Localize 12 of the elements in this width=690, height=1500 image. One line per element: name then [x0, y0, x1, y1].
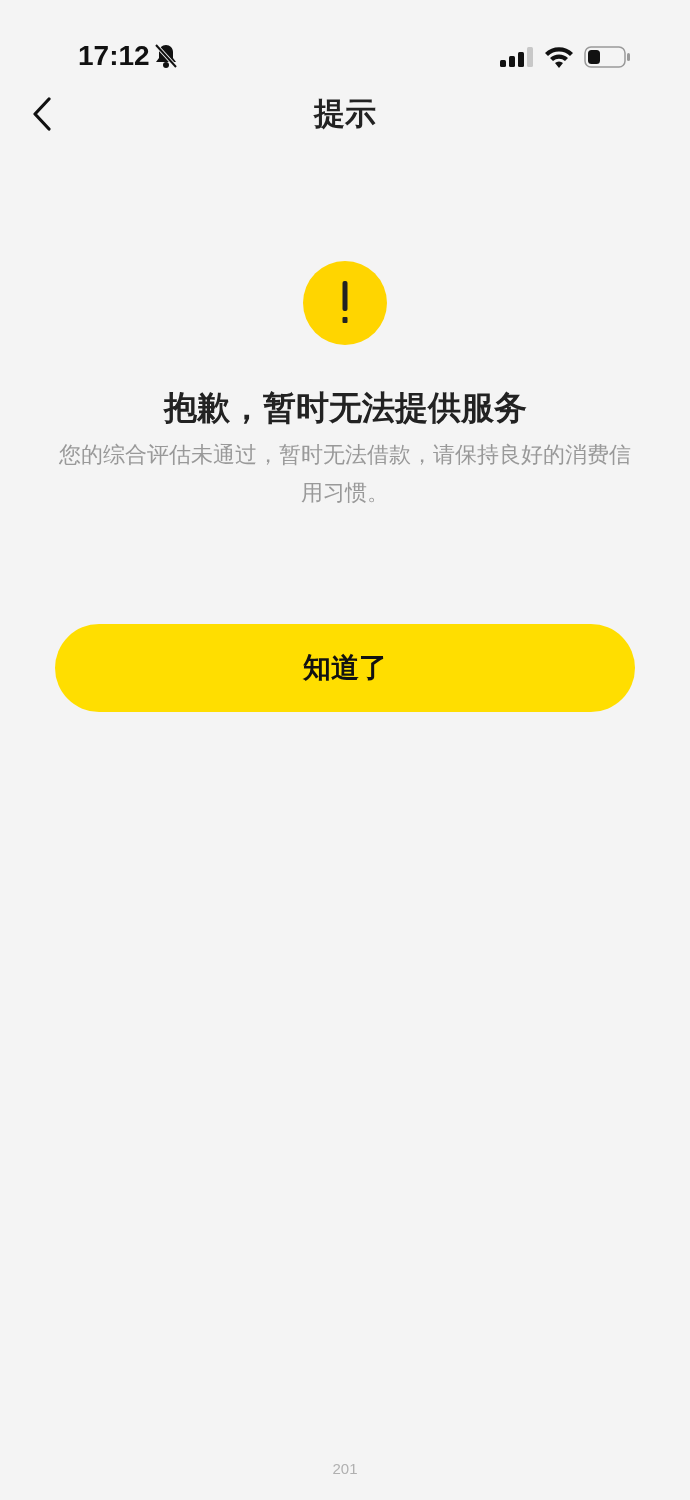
page-title: 提示: [314, 94, 376, 133]
status-time: 17:12: [78, 42, 150, 70]
warning-icon: [303, 261, 387, 345]
notice-message: 您的综合评估未通过，暂时无法借款，请保持良好的消费信用习惯。: [58, 441, 632, 508]
battery-icon: [584, 46, 630, 68]
notice-title: 抱歉，暂时无法提供服务: [163, 388, 527, 428]
chevron-left-icon: [32, 97, 52, 131]
signal-icon: [500, 47, 534, 67]
footer-number: 201: [332, 1458, 358, 1479]
wifi-icon: [544, 46, 574, 68]
bell-off-icon: [153, 43, 178, 69]
confirm-button[interactable]: 知道了: [55, 624, 635, 713]
